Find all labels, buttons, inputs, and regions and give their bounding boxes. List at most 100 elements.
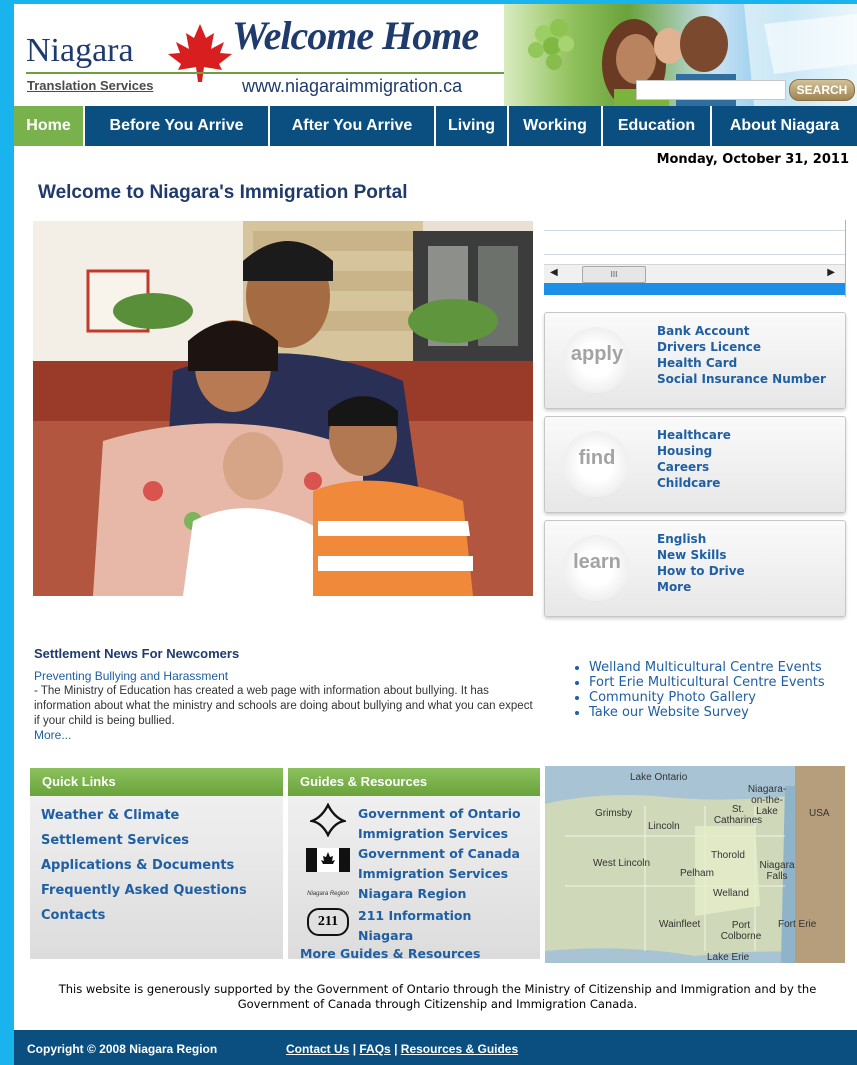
link-drivers-licence[interactable]: Drivers Licence	[657, 339, 826, 355]
nav-about-niagara[interactable]: About Niagara	[712, 106, 857, 146]
news-more-link[interactable]: More...	[34, 728, 71, 742]
link-careers[interactable]: Careers	[657, 459, 731, 475]
link-childcare[interactable]: Childcare	[657, 475, 731, 491]
guide-211-line1[interactable]: 211 Information	[358, 906, 471, 926]
quick-link-applications[interactable]: Applications & Documents	[41, 858, 247, 883]
link-new-skills[interactable]: New Skills	[657, 547, 745, 563]
map-label: Lake Ontario	[630, 772, 688, 783]
search-input[interactable]	[636, 80, 786, 100]
embedded-frame: ◀ III ▶	[544, 220, 846, 297]
map-label: Port Colborne	[720, 920, 762, 942]
guide-canada-line2[interactable]: Immigration Services	[358, 864, 520, 884]
family-photo-image	[33, 221, 533, 596]
ontario-trillium-icon	[304, 803, 352, 837]
info-211-icon: 211	[304, 906, 352, 938]
frame-blue-bar	[544, 283, 845, 295]
more-guides-link[interactable]: More Guides & Resources	[300, 946, 480, 961]
map-label: Lake Erie	[707, 952, 750, 963]
quick-link-faq[interactable]: Frequently Asked Questions	[41, 883, 247, 908]
region-map[interactable]: Lake Ontario Niagara-on-the-Lake USA Gri…	[545, 766, 845, 963]
link-housing[interactable]: Housing	[657, 443, 731, 459]
map-label: Wainfleet	[659, 919, 701, 930]
guide-211[interactable]: 211 211 Information Niagara	[304, 906, 471, 946]
niagara-region-logo-icon: Niagara Region	[304, 884, 352, 904]
map-label: Niagara Falls	[759, 860, 795, 882]
canada-flag-icon	[304, 844, 352, 876]
card-find: find Healthcare Housing Careers Childcar…	[544, 416, 846, 513]
guide-ontario[interactable]: Government of Ontario Immigration Service…	[304, 803, 521, 844]
maple-leaf-icon	[168, 24, 232, 82]
guides-panel: Guides & Resources Government of Ontario…	[288, 768, 540, 961]
link-health-card[interactable]: Health Card	[657, 355, 826, 371]
nav-living[interactable]: Living	[436, 106, 509, 146]
site-footer: Copyright © 2008 Niagara Region Contact …	[14, 1030, 857, 1065]
link-learn-more[interactable]: More	[657, 579, 745, 595]
page-frame-left	[0, 0, 14, 1065]
guide-canada-line1[interactable]: Government of Canada	[358, 844, 520, 864]
nav-before-you-arrive[interactable]: Before You Arrive	[85, 106, 270, 146]
link-healthcare[interactable]: Healthcare	[657, 427, 731, 443]
guide-niagara-region-line1[interactable]: Niagara Region	[358, 884, 466, 904]
info-211-logo-text: 211	[307, 908, 349, 936]
event-link-welland[interactable]: Welland Multicultural Centre Events	[589, 660, 825, 675]
horizontal-scrollbar[interactable]: ◀ III ▶	[544, 264, 845, 283]
guide-ontario-line1[interactable]: Government of Ontario	[358, 804, 521, 824]
news-heading: Settlement News For Newcomers	[34, 646, 240, 661]
search-button[interactable]: SEARCH	[789, 79, 855, 101]
card-apply: apply Bank Account Drivers Licence Healt…	[544, 312, 846, 409]
nav-after-you-arrive[interactable]: After You Arrive	[270, 106, 436, 146]
guide-211-line2[interactable]: Niagara	[358, 926, 471, 946]
nav-home[interactable]: Home	[14, 106, 85, 146]
page-title: Welcome to Niagara's Immigration Portal	[38, 182, 408, 203]
event-link-photo-gallery[interactable]: Community Photo Gallery	[589, 690, 825, 705]
quick-links-heading: Quick Links	[30, 768, 283, 796]
footer-resources-link[interactable]: Resources & Guides	[401, 1042, 518, 1056]
map-label: Lincoln	[648, 821, 680, 832]
scroll-left-icon[interactable]: ◀	[550, 267, 558, 278]
apply-links: Bank Account Drivers Licence Health Card…	[657, 323, 826, 387]
footer-separator: |	[394, 1042, 398, 1056]
guide-ontario-line2[interactable]: Immigration Services	[358, 824, 521, 844]
quick-links-list: Weather & Climate Settlement Services Ap…	[41, 808, 247, 933]
map-label: USA	[809, 808, 830, 819]
scroll-right-icon[interactable]: ▶	[827, 267, 835, 278]
card-learn: learn English New Skills How to Drive Mo…	[544, 520, 846, 617]
footer-faqs-link[interactable]: FAQs	[359, 1042, 390, 1056]
niagara-region-logo-text: Niagara Region	[307, 891, 349, 897]
card-word: find	[578, 447, 616, 469]
site-header: Niagara Welcome Home Translation Service…	[14, 4, 857, 106]
link-how-to-drive[interactable]: How to Drive	[657, 563, 745, 579]
family-photo	[33, 221, 533, 596]
footer-links: Contact Us | FAQs | Resources & Guides	[286, 1042, 518, 1056]
frame-rule	[544, 230, 845, 231]
footer-contact-link[interactable]: Contact Us	[286, 1042, 349, 1056]
main-nav: Home Before You Arrive After You Arrive …	[14, 106, 857, 146]
guide-canada[interactable]: Government of Canada Immigration Services	[304, 844, 520, 884]
translation-services-link[interactable]: Translation Services	[27, 78, 153, 93]
event-link-fort-erie[interactable]: Fort Erie Multicultural Centre Events	[589, 675, 825, 690]
scrollbar-thumb[interactable]: III	[582, 266, 646, 283]
footer-separator: |	[352, 1042, 357, 1056]
brand-name: Niagara	[26, 32, 134, 69]
quick-link-weather[interactable]: Weather & Climate	[41, 808, 247, 833]
event-link-website-survey[interactable]: Take our Website Survey	[589, 705, 825, 720]
sponsor-notice: This website is generously supported by …	[58, 982, 817, 1011]
tagline: Welcome Home	[232, 13, 479, 58]
map-label: Thorold	[711, 850, 745, 861]
quick-links-panel: Quick Links Weather & Climate Settlement…	[30, 768, 283, 959]
map-label: West Lincoln	[593, 858, 651, 869]
map-label: Welland	[713, 888, 749, 899]
current-date: Monday, October 31, 2011	[656, 152, 849, 167]
quick-link-settlement[interactable]: Settlement Services	[41, 833, 247, 858]
link-social-insurance-number[interactable]: Social Insurance Number	[657, 371, 826, 387]
learn-links: English New Skills How to Drive More	[657, 531, 745, 595]
guide-niagara-region[interactable]: Niagara Region Niagara Region	[304, 884, 466, 904]
quick-link-contacts[interactable]: Contacts	[41, 908, 247, 933]
link-bank-account[interactable]: Bank Account	[657, 323, 826, 339]
nav-education[interactable]: Education	[603, 106, 712, 146]
map-graphic	[545, 766, 845, 963]
guides-heading: Guides & Resources	[288, 768, 540, 796]
nav-working[interactable]: Working	[509, 106, 603, 146]
link-english[interactable]: English	[657, 531, 745, 547]
news-article-link[interactable]: Preventing Bullying and Harassment	[34, 669, 228, 683]
